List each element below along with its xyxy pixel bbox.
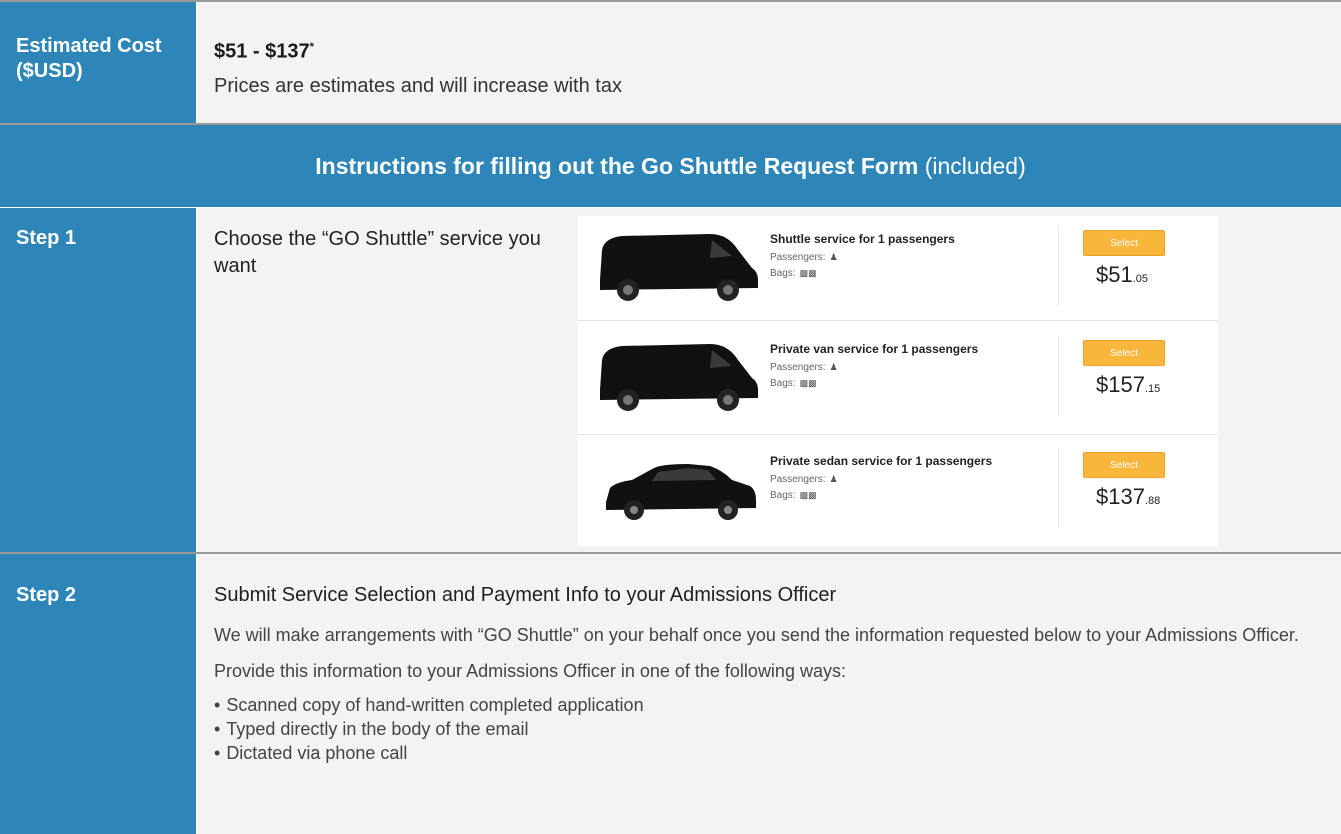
person-icon: ♟	[829, 252, 838, 262]
price-cents: .15	[1144, 383, 1161, 395]
person-icon: ♟	[829, 362, 838, 372]
passengers-label: Passengers:	[770, 474, 826, 485]
option-title: Private van service for 1 passengers	[770, 342, 979, 356]
shuttle-instructions-document: Estimated Cost ($USD) $51 - $137* Prices…	[0, 0, 1341, 834]
step1-text: Choose the “GO Shuttle” service you want	[214, 228, 541, 277]
step2-paragraph: We will make arrangements with “GO Shutt…	[214, 625, 1299, 645]
shuttle-option: Private sedan service for 1 passengers P…	[578, 438, 1218, 538]
list-item: • Typed directly in the body of the email	[214, 717, 1325, 741]
step1-content: Choose the “GO Shuttle” service you want…	[198, 208, 1341, 553]
price-main: $137	[1096, 484, 1145, 509]
bags-label: Bags:	[770, 490, 796, 501]
bags-label: Bags:	[770, 268, 796, 279]
option-title: Shuttle service for 1 passengers	[770, 232, 955, 246]
step2-title: Submit Service Selection and Payment Inf…	[214, 584, 837, 606]
option-divider	[1058, 336, 1059, 416]
luggage-icon: ▩▩	[799, 378, 817, 388]
option-passengers: Passengers: ♟	[770, 474, 838, 485]
banner-note: (included)	[924, 153, 1026, 179]
price-note: Prices are estimates and will increase w…	[214, 74, 622, 97]
bullet-icon: •	[214, 719, 221, 739]
list-item-text: Scanned copy of hand-written completed a…	[226, 695, 644, 715]
option-price: $51.05	[1096, 262, 1148, 288]
list-item-text: Typed directly in the body of the email	[226, 719, 529, 739]
option-bags: Bags: ▩▩	[770, 490, 817, 501]
select-button[interactable]: Select	[1083, 230, 1165, 256]
list-item: • Dictated via phone call	[214, 741, 1325, 765]
option-separator	[578, 434, 1218, 435]
list-item: • Scanned copy of hand-written completed …	[214, 693, 1325, 717]
select-button[interactable]: Select	[1083, 452, 1165, 478]
price-asterisk: *	[309, 41, 314, 53]
estimated-cost-label: Estimated Cost ($USD)	[0, 2, 196, 124]
passengers-label: Passengers:	[770, 362, 826, 373]
price-cents: .88	[1144, 495, 1161, 507]
luggage-icon: ▩▩	[799, 268, 817, 278]
step2-paragraph: Provide this information to your Admissi…	[214, 661, 846, 681]
option-price: $157.15	[1096, 372, 1160, 398]
person-icon: ♟	[829, 474, 838, 484]
instructions-banner: Instructions for filling out the Go Shut…	[0, 125, 1341, 207]
option-divider	[1058, 226, 1059, 306]
option-title: Private sedan service for 1 passengers	[770, 454, 993, 468]
luggage-icon: ▩▩	[799, 490, 817, 500]
sedan-image	[606, 464, 756, 520]
option-bags: Bags: ▩▩	[770, 378, 817, 389]
bullet-icon: •	[214, 695, 221, 715]
option-passengers: Passengers: ♟	[770, 252, 838, 263]
step2-label: Step 2	[0, 554, 196, 834]
step2-content: Submit Service Selection and Payment Inf…	[198, 554, 1341, 834]
option-price: $137.88	[1096, 484, 1160, 510]
option-divider	[1058, 448, 1059, 528]
shuttle-option: Shuttle service for 1 passengers Passeng…	[578, 216, 1218, 316]
shuttle-options-panel: Shuttle service for 1 passengers Passeng…	[578, 216, 1218, 546]
option-bags: Bags: ▩▩	[770, 268, 817, 279]
bags-label: Bags:	[770, 378, 796, 389]
option-separator	[578, 320, 1218, 321]
submission-methods-list: • Scanned copy of hand-written completed …	[214, 693, 1325, 765]
shuttle-option: Private van service for 1 passengers Pas…	[578, 326, 1218, 426]
price-main: $157	[1096, 372, 1145, 397]
price-cents: .05	[1132, 273, 1149, 285]
select-button[interactable]: Select	[1083, 340, 1165, 366]
banner-title: Instructions for filling out the Go Shut…	[315, 153, 919, 179]
van-image	[600, 234, 758, 301]
step1-label: Step 1	[0, 208, 196, 553]
van-image	[600, 344, 758, 411]
price-main: $51	[1096, 262, 1133, 287]
estimated-cost-content: $51 - $137* Prices are estimates and wil…	[198, 2, 1341, 124]
price-range-value: $51 - $137	[214, 40, 310, 63]
bullet-icon: •	[214, 743, 221, 763]
option-passengers: Passengers: ♟	[770, 362, 838, 373]
price-range: $51 - $137*	[214, 34, 1341, 65]
list-item-text: Dictated via phone call	[226, 743, 408, 763]
passengers-label: Passengers:	[770, 252, 826, 263]
